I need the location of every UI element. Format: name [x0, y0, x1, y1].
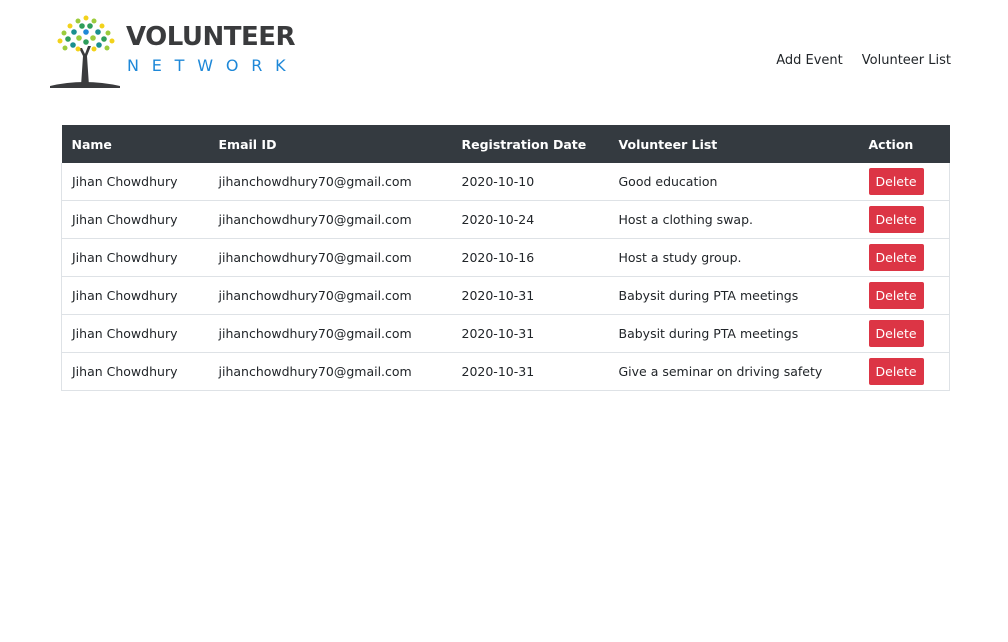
table-row: Jihan Chowdhury jihanchowdhury70@gmail.c…: [61, 163, 950, 201]
cell-email: jihanchowdhury70@gmail.com: [208, 238, 452, 277]
cell-name: Jihan Chowdhury: [61, 238, 209, 277]
nav-add-event[interactable]: Add Event: [776, 53, 843, 68]
page: VOLUNTEER NETWORK Add Event Volunteer Li…: [0, 0, 1008, 642]
cell-date: 2020-10-10: [451, 163, 609, 201]
cell-event: Good education: [608, 163, 859, 201]
cell-action: Delete: [858, 163, 950, 201]
cell-date: 2020-10-31: [451, 314, 609, 353]
table-row: Jihan Chowdhury jihanchowdhury70@gmail.c…: [61, 352, 950, 391]
column-header-action: Action: [858, 125, 950, 163]
logo-subtitle: NETWORK: [127, 56, 299, 75]
cell-event: Babysit during PTA meetings: [608, 314, 859, 353]
cell-action: Delete: [858, 352, 950, 391]
cell-date: 2020-10-24: [451, 200, 609, 239]
delete-button[interactable]: Delete: [868, 320, 924, 347]
column-header-email: Email ID: [208, 125, 452, 163]
cell-event: Babysit during PTA meetings: [608, 276, 859, 315]
cell-name: Jihan Chowdhury: [61, 163, 209, 201]
cell-email: jihanchowdhury70@gmail.com: [208, 314, 452, 353]
tree-icon: [50, 15, 120, 88]
delete-button[interactable]: Delete: [868, 282, 924, 309]
column-header-name: Name: [61, 125, 209, 163]
delete-button[interactable]: Delete: [868, 168, 924, 195]
cell-event: Host a study group.: [608, 238, 859, 277]
cell-date: 2020-10-31: [451, 352, 609, 391]
cell-email: jihanchowdhury70@gmail.com: [208, 163, 452, 201]
logo-title: VOLUNTEER: [126, 22, 296, 52]
cell-email: jihanchowdhury70@gmail.com: [208, 276, 452, 315]
table-header-row: Name Email ID Registration Date Voluntee…: [61, 125, 950, 163]
nav-volunteer-list[interactable]: Volunteer List: [862, 53, 951, 68]
cell-event: Host a clothing swap.: [608, 200, 859, 239]
delete-button[interactable]: Delete: [868, 358, 924, 385]
table-row: Jihan Chowdhury jihanchowdhury70@gmail.c…: [61, 200, 950, 239]
volunteer-network-logo[interactable]: VOLUNTEER NETWORK: [48, 12, 298, 90]
cell-date: 2020-10-16: [451, 238, 609, 277]
cell-action: Delete: [858, 200, 950, 239]
table-row: Jihan Chowdhury jihanchowdhury70@gmail.c…: [61, 238, 950, 277]
cell-name: Jihan Chowdhury: [61, 276, 209, 315]
table-row: Jihan Chowdhury jihanchowdhury70@gmail.c…: [61, 276, 950, 315]
cell-action: Delete: [858, 238, 950, 277]
cell-name: Jihan Chowdhury: [61, 200, 209, 239]
cell-name: Jihan Chowdhury: [61, 314, 209, 353]
cell-action: Delete: [858, 314, 950, 353]
top-nav: Add Event Volunteer List: [776, 53, 951, 68]
table-row: Jihan Chowdhury jihanchowdhury70@gmail.c…: [61, 314, 950, 353]
delete-button[interactable]: Delete: [868, 206, 924, 233]
cell-date: 2020-10-31: [451, 276, 609, 315]
cell-name: Jihan Chowdhury: [61, 352, 209, 391]
column-header-registration-date: Registration Date: [451, 125, 609, 163]
delete-button[interactable]: Delete: [868, 244, 924, 271]
cell-action: Delete: [858, 276, 950, 315]
cell-event: Give a seminar on driving safety: [608, 352, 859, 391]
volunteer-table-container: Name Email ID Registration Date Voluntee…: [61, 125, 950, 391]
volunteer-table: Name Email ID Registration Date Voluntee…: [61, 125, 950, 391]
column-header-volunteer-list: Volunteer List: [608, 125, 859, 163]
cell-email: jihanchowdhury70@gmail.com: [208, 352, 452, 391]
cell-email: jihanchowdhury70@gmail.com: [208, 200, 452, 239]
